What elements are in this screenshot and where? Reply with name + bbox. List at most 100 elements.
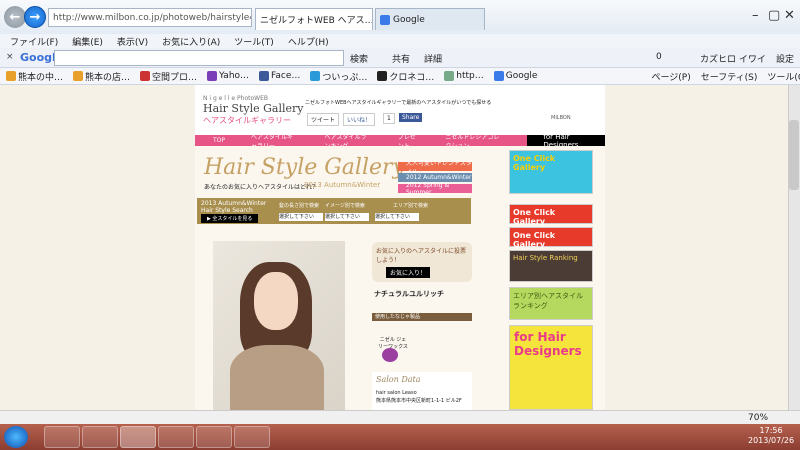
share-button[interactable]: Share bbox=[399, 113, 423, 122]
menu-edit[interactable]: 編集(E) bbox=[72, 35, 103, 48]
tweet-button[interactable]: ツイート bbox=[307, 113, 340, 126]
brand-sub: ヘアスタイルギャラリー bbox=[203, 116, 291, 125]
banner-area-ranking[interactable]: エリア別ヘアスタイルランキング bbox=[509, 287, 593, 320]
style-name: ナチュラルユルリッチ bbox=[374, 290, 444, 298]
forward-button[interactable]: → bbox=[24, 6, 46, 28]
maximize-button[interactable]: ▢ bbox=[768, 8, 780, 23]
clock[interactable]: 17:56 2013/07/26 bbox=[748, 426, 794, 446]
status-bar: 70% bbox=[0, 410, 800, 424]
clock-date: 2013/07/26 bbox=[748, 436, 795, 445]
firefox-taskbar-icon[interactable] bbox=[44, 426, 80, 448]
favorite-item[interactable]: クロネコ… bbox=[377, 70, 434, 83]
menu-view[interactable]: 表示(V) bbox=[117, 35, 148, 48]
salon-address: 熊本県熊本市中央区新町1-1-1 ビル2F bbox=[376, 398, 462, 404]
favorite-item[interactable]: ついっぷ… bbox=[310, 70, 367, 83]
banner-one-click-2[interactable]: One Click Gallery bbox=[509, 204, 593, 226]
search-season-title: 2013 Autumn&Winter bbox=[201, 200, 267, 207]
google-search-input[interactable] bbox=[54, 50, 344, 66]
gallery-question: あなたのお気に入りヘアスタイルはどれ？ bbox=[204, 184, 319, 191]
menu-file[interactable]: ファイル(F) bbox=[10, 35, 58, 48]
season-link[interactable]: 2012 Spring & Summer bbox=[398, 182, 472, 196]
used-product-header: 使用したなじゃ製品 bbox=[372, 313, 472, 321]
banner-for-designers[interactable]: for Hair Designers bbox=[509, 325, 593, 410]
favorite-item[interactable]: Yaho… bbox=[207, 71, 249, 81]
page-menu[interactable]: ページ(P) bbox=[651, 70, 690, 83]
style-search-panel: 2013 Autumn&Winter Hair Style Search ▶ 全… bbox=[197, 198, 471, 224]
brand-small: N i g e l l e PhotoWEB bbox=[203, 95, 268, 102]
vote-question: お気に入りのヘアスタイルに投票しよう！ bbox=[376, 248, 467, 264]
like-button[interactable]: いいね！ bbox=[343, 113, 376, 126]
google-toolbar: × Google 検索 共有 詳細 0 カズヒロ イワイ 設定 bbox=[0, 48, 800, 68]
side-banners: One Click Gallery One Click Gallery One … bbox=[509, 150, 593, 410]
model-body bbox=[230, 345, 324, 410]
model-face bbox=[254, 272, 298, 330]
search-season-sub: Hair Style Search bbox=[201, 207, 253, 214]
scroll-thumb[interactable] bbox=[789, 120, 799, 190]
minimize-button[interactable]: – bbox=[752, 8, 759, 23]
menu-tools[interactable]: ツール(T) bbox=[234, 35, 274, 48]
user-name[interactable]: カズヒロ イワイ bbox=[700, 52, 766, 65]
address-bar[interactable]: http://www.milbon.co.jp/photoweb/hairsty… bbox=[48, 8, 252, 27]
favorites-bar: 熊本の中… 熊本の店… 空間プロ… Yaho… Face… ついっぷ… クロネコ… bbox=[0, 68, 800, 85]
view-all-button[interactable]: ▶ 全スタイルを見る bbox=[201, 214, 259, 223]
google-icon bbox=[380, 14, 390, 25]
banner-one-click-3[interactable]: One Click Gallery bbox=[509, 227, 593, 249]
favorite-item[interactable]: Google bbox=[493, 71, 537, 81]
close-icon[interactable]: × bbox=[6, 52, 14, 62]
menu-favorites[interactable]: お気に入り(A) bbox=[162, 35, 220, 48]
back-button[interactable]: ← bbox=[4, 6, 26, 28]
tab-label: ニゼルフォトWEB ヘアス… bbox=[260, 16, 373, 26]
season-link[interactable]: 大人可愛いトレンドスタイル bbox=[398, 160, 472, 176]
favorite-item[interactable]: 空間プロ… bbox=[140, 70, 197, 83]
favorite-item[interactable]: 熊本の中… bbox=[6, 70, 63, 83]
company-logo: MILBON bbox=[551, 115, 571, 121]
ie-taskbar-icon[interactable] bbox=[120, 426, 156, 448]
site-header: N i g e l l e PhotoWEB Hair Style Galler… bbox=[195, 85, 605, 135]
detail-button[interactable]: 詳細 bbox=[424, 52, 442, 65]
salon-box: Salon Data hair salon Leaso 熊本県熊本市中央区新町1… bbox=[372, 372, 472, 410]
tab-active[interactable]: ニゼルフォトWEB ヘアス… bbox=[255, 8, 373, 30]
tab-google[interactable]: Google bbox=[375, 8, 485, 30]
site-nav: TOP ヘアスタイルギャラリー ヘアスタイルランキング プレゼント ニゼルドレシ… bbox=[195, 133, 605, 150]
favorite-item[interactable]: 熊本の店… bbox=[73, 70, 130, 83]
nav-for-designers[interactable]: for Hair Designers bbox=[527, 133, 605, 149]
favorite-item[interactable]: Face… bbox=[259, 71, 300, 81]
area-search-label: エリア別で検索 bbox=[393, 203, 429, 209]
settings-button[interactable]: 設定 bbox=[776, 52, 794, 65]
like-count: 1 bbox=[383, 113, 395, 124]
favorite-item[interactable]: http… bbox=[444, 71, 484, 81]
area-select[interactable]: 選択して下さい bbox=[375, 213, 419, 221]
browser-titlebar: ← → http://www.milbon.co.jp/photoweb/hai… bbox=[0, 0, 800, 34]
gallery-season: 2013 Autumn&Winter bbox=[304, 181, 381, 189]
menu-bar: ファイル(F) 編集(E) 表示(V) お気に入り(A) ツール(T) ヘルプ(… bbox=[0, 34, 800, 48]
search-button[interactable]: 検索 bbox=[350, 52, 368, 65]
explorer-taskbar-icon[interactable] bbox=[82, 426, 118, 448]
start-button[interactable] bbox=[4, 426, 28, 448]
clock-time: 17:56 bbox=[759, 426, 783, 435]
product-image[interactable] bbox=[382, 348, 398, 362]
safety-menu[interactable]: セーフティ(S) bbox=[701, 70, 758, 83]
banner-ranking[interactable]: Hair Style Ranking bbox=[509, 250, 593, 282]
site-tagline: ニゼルフォトWEBヘアスタイルギャラリーで最新のヘアスタイルがいつでも探せる bbox=[305, 100, 492, 106]
app-taskbar-icon[interactable] bbox=[196, 426, 232, 448]
tools-menu[interactable]: ツール(O) bbox=[767, 70, 800, 83]
brand-title[interactable]: Hair Style Gallery bbox=[203, 102, 303, 115]
favorite-button[interactable]: お気に入り！ bbox=[386, 267, 431, 278]
address-text: http://www.milbon.co.jp/photoweb/hairsty… bbox=[53, 12, 252, 23]
length-search-label: 髪の長さ別で検索 bbox=[279, 203, 320, 209]
vote-box: お気に入りのヘアスタイルに投票しよう！ お気に入り！ bbox=[372, 242, 472, 282]
app-taskbar-icon[interactable] bbox=[158, 426, 194, 448]
close-button[interactable]: ✕ bbox=[784, 8, 795, 23]
menu-help[interactable]: ヘルプ(H) bbox=[288, 35, 329, 48]
excel-taskbar-icon[interactable] bbox=[234, 426, 270, 448]
salon-name: hair salon Leaso bbox=[376, 390, 417, 396]
plus-counter: 0 bbox=[656, 52, 662, 62]
length-select[interactable]: 選択して下さい bbox=[279, 213, 323, 221]
banner-one-click[interactable]: One Click Gallery bbox=[509, 150, 593, 194]
image-select[interactable]: 選択して下さい bbox=[325, 213, 369, 221]
share-button[interactable]: 共有 bbox=[392, 52, 410, 65]
zoom-level[interactable]: 70% bbox=[748, 413, 768, 423]
nav-top[interactable]: TOP bbox=[213, 137, 225, 144]
salon-title: Salon Data bbox=[376, 375, 421, 384]
tab-label: Google bbox=[393, 14, 425, 25]
